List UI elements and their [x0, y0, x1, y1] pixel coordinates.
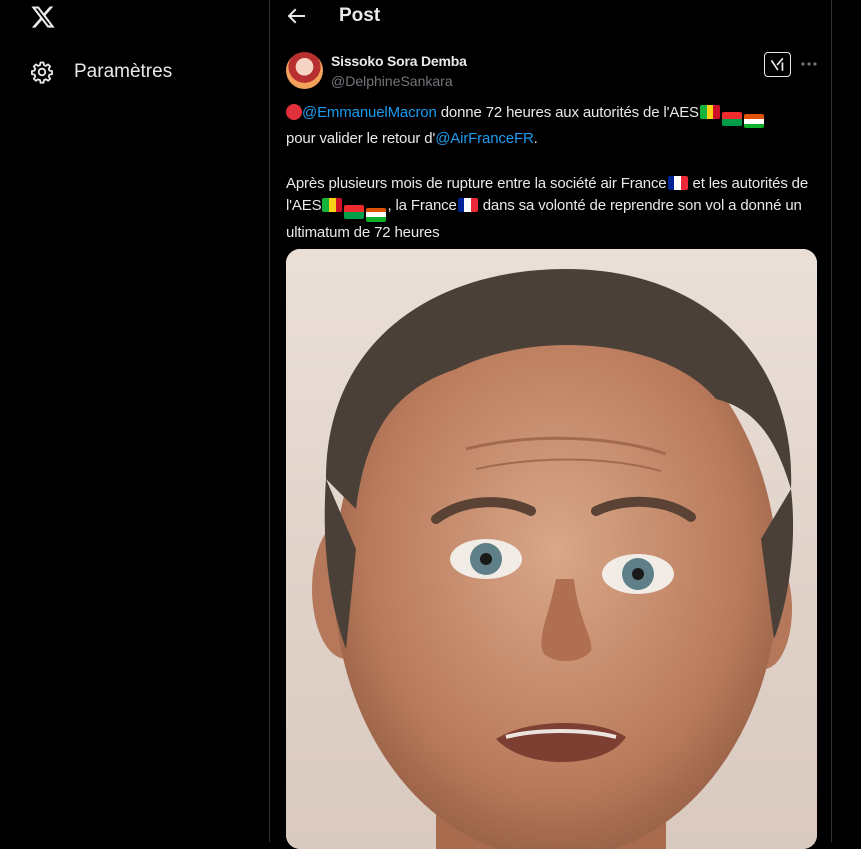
post-paragraph-2: Après plusieurs mois de rupture entre la…: [286, 173, 821, 244]
mali-flag-emoji: [699, 105, 720, 119]
sidebar-item-label: Paramètres: [74, 61, 173, 82]
left-navigation: Paramètres: [0, 0, 269, 842]
post-text-segment: pour valider le retour d': [286, 130, 436, 148]
post-text-segment: .: [533, 130, 538, 148]
gear-icon: [30, 60, 54, 84]
post-text-segment: dans sa volonté de reprendre son vol a d…: [286, 197, 802, 241]
post-header: Post: [270, 0, 831, 36]
post-text: @EmmanuelMacron donne 72 heures aux auto…: [286, 102, 821, 244]
red-circle-emoji: [286, 104, 302, 120]
mention-link[interactable]: @EmmanuelMacron: [302, 104, 437, 121]
france-flag-emoji: [457, 198, 478, 213]
grok-icon: [770, 57, 784, 72]
post-text-segment: , la France: [387, 197, 457, 215]
arrow-left-icon: [287, 8, 305, 24]
mention-link[interactable]: @AirFranceFR: [435, 130, 534, 147]
more-options-button[interactable]: [799, 54, 819, 74]
post-photo[interactable]: [286, 249, 817, 849]
niger-flag-emoji: [366, 207, 387, 222]
page-title: Post: [339, 5, 381, 26]
mali-flag-emoji: [322, 198, 343, 213]
author-display-name[interactable]: Sissoko Sora Demba: [331, 53, 467, 69]
france-flag-emoji: [667, 175, 688, 190]
post-paragraph-1: @EmmanuelMacron donne 72 heures aux auto…: [286, 102, 821, 151]
portrait-photo-illustration: [286, 249, 817, 849]
back-button[interactable]: [284, 4, 308, 28]
sidebar-item-settings[interactable]: Paramètres: [30, 58, 172, 86]
avatar[interactable]: [286, 52, 323, 89]
more-dots-icon: [801, 62, 817, 66]
author-handle[interactable]: @DelphineSankara: [331, 73, 453, 89]
post-text-segment: Après plusieurs mois de rupture entre la…: [286, 174, 667, 192]
grok-button[interactable]: [764, 52, 791, 77]
burkina-faso-flag-emoji: [721, 112, 742, 126]
niger-flag-emoji: [743, 114, 764, 129]
x-logo-icon[interactable]: [30, 4, 56, 30]
post-text-segment: donne 72 heures aux autorités de l'AES: [436, 104, 699, 121]
post-column: Post Sissoko Sora Demba @DelphineSankara…: [269, 0, 832, 849]
burkina-faso-flag-emoji: [344, 205, 365, 220]
